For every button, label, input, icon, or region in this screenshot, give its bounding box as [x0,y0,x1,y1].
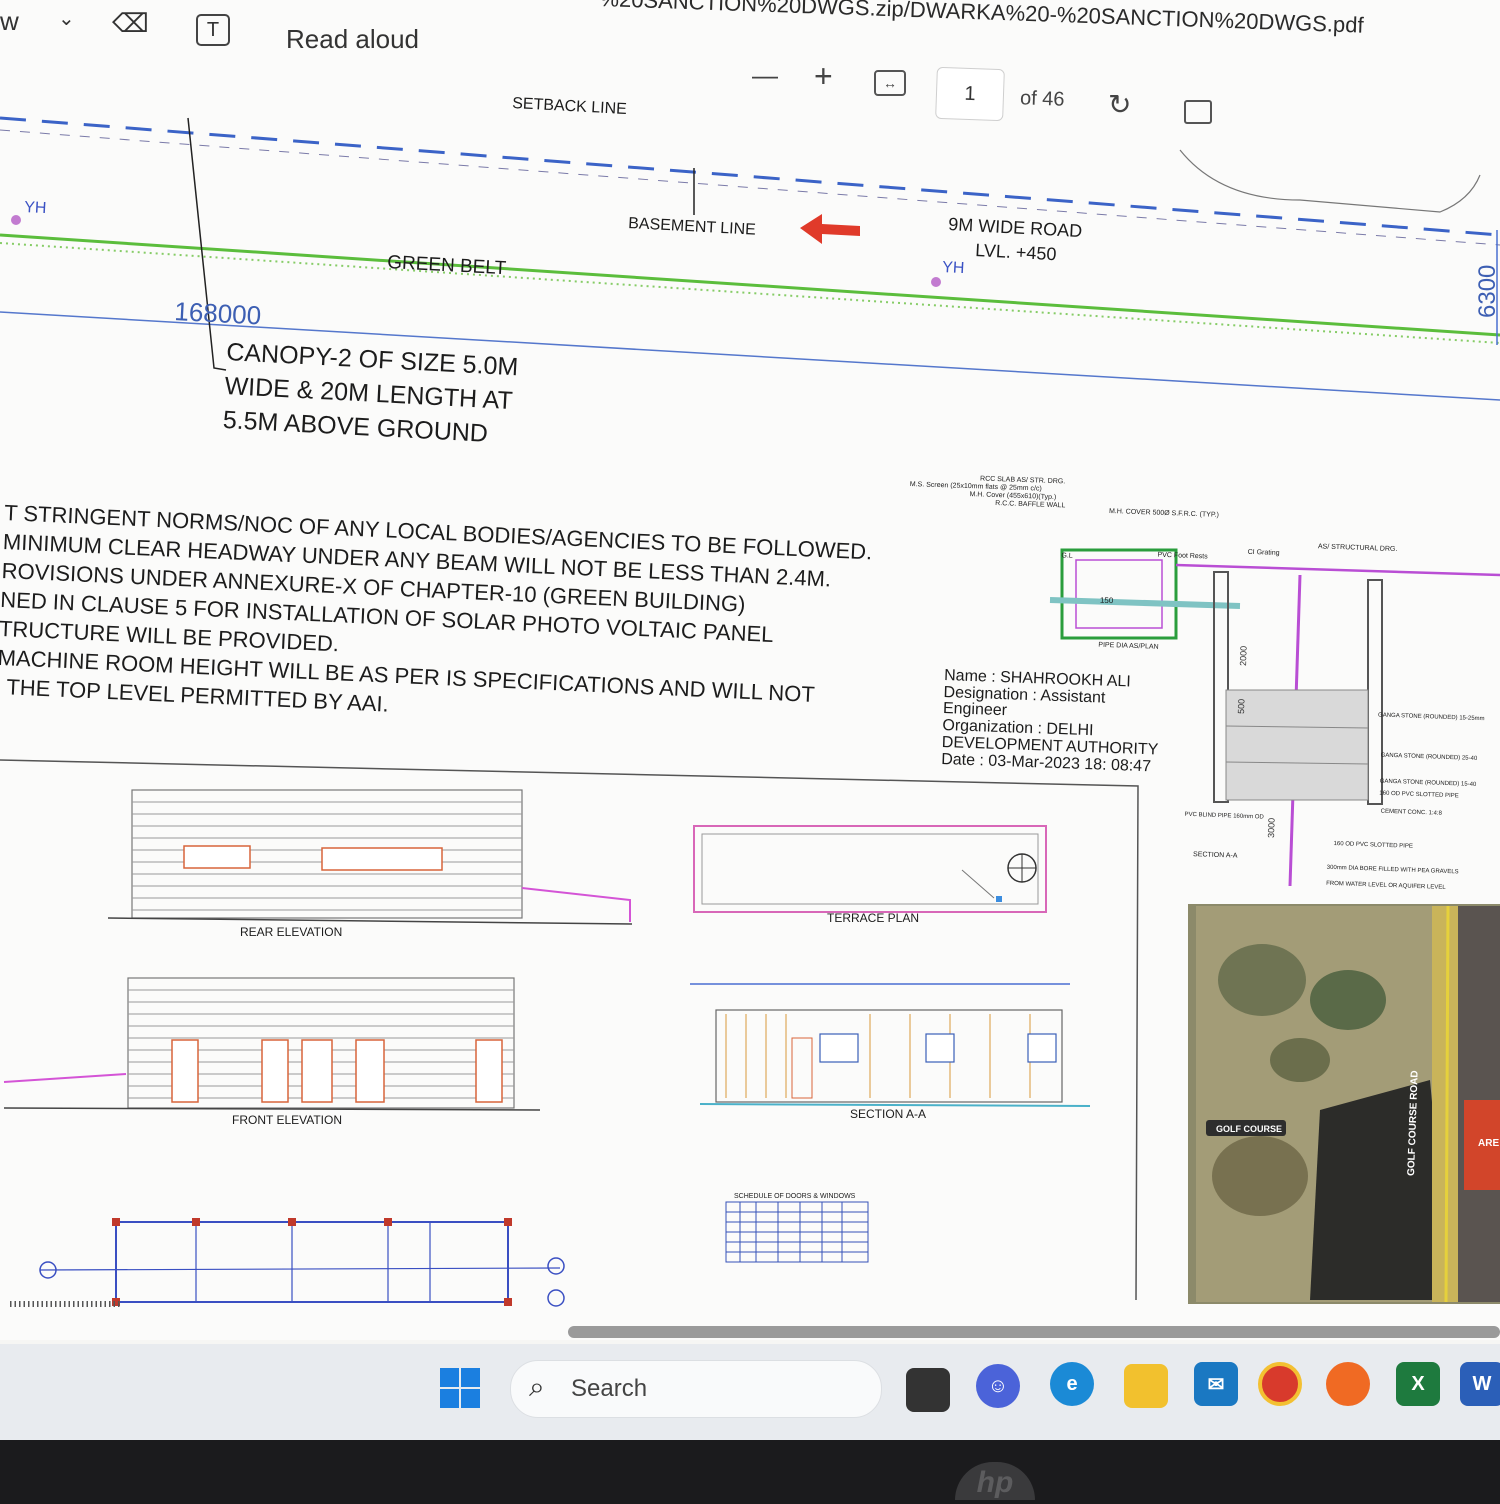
rear-elevation [107,789,633,925]
eraser-icon[interactable]: ⌫ [112,8,149,39]
detail-rcc-baffle: R.C.C. BAFFLE WALL [995,500,1065,509]
yh-symbol-1 [11,215,21,225]
word-icon[interactable]: W [1460,1362,1500,1406]
page-view-icon[interactable] [1184,100,1212,124]
firefox-icon[interactable] [1326,1362,1370,1406]
detail-ganga-stone-2: GANGA STONE (ROUNDED) 25-40 [1381,753,1478,762]
detail-pvc-slotted: 160 OD PVC SLOTTED PIPE [1379,791,1459,800]
taskbar: ⌕ Search ☺ e ✉ X W [0,1344,1500,1440]
road-label: 9M WIDE ROAD [948,214,1083,241]
meet-chat-icon[interactable]: ☺ [976,1364,1020,1408]
taskbar-search-box[interactable]: ⌕ Search [510,1360,882,1418]
detail-mh-cover: M.H. Cover (455x610)(Typ.) [969,491,1056,501]
rear-elevation-label: REAR ELEVATION [240,925,342,939]
map-area-label: ARE [1478,1138,1499,1149]
section-aa-label: SECTION A-A [850,1107,926,1121]
basement-line-label: BASEMENT LINE [628,215,756,239]
detail-pvc-slotted-2: 160 OD PVC SLOTTED PIPE [1333,841,1413,850]
front-elevation-label: FRONT ELEVATION [232,1113,342,1127]
canopy-leader [187,117,227,371]
setback-line-label: SETBACK LINE [512,95,627,118]
detail-cement-conc: CEMENT CONC. 1:4:8 [1381,809,1443,817]
text-box-icon[interactable]: T [196,14,230,46]
section-aa [690,983,1091,1107]
terrace-plan [693,825,1047,913]
page-number-input[interactable]: 1 [935,66,1005,122]
mail-icon[interactable]: ✉ [1194,1362,1238,1406]
schedule-table [725,1201,869,1263]
detail-pvc-blind: PVC BLIND PIPE 160mm OD [1184,812,1264,821]
general-notes: T STRINGENT NORMS/NOC OF ANY LOCAL BODIE… [0,500,873,717]
setback-line [0,116,1500,237]
detail-gl: G.L [1061,552,1073,559]
yh-marker-2: YH [942,259,965,277]
chevron-down-icon[interactable]: ⌄ [58,6,75,31]
schedule-title: SCHEDULE OF DOORS & WINDOWS [734,1193,856,1200]
detail-dim-500: 500 [1236,699,1247,714]
detail-water-level: FROM WATER LEVEL OR AQUIFER LEVEL [1326,881,1446,891]
search-icon: ⌕ [529,1371,545,1402]
detail-pipe-dia: PIPE DIA AS/PLAN [1098,642,1159,651]
zoom-out-button[interactable]: — [752,60,778,91]
pdf-toolbar: w ⌄ ⌫ T Read aloud %20SANCTION%20DWGS.zi… [0,0,1500,124]
detail-section-aa: SECTION A-A [1193,851,1238,860]
detail-mh-cover-sfrc: M.H. COVER 500Ø S.F.R.C. (TYP.) [1109,508,1219,519]
pdf-page: SETBACK LINE BASEMENT LINE 9M WIDE ROAD … [0,0,1500,1340]
toolbar-left-text: w [0,6,19,36]
read-aloud-button[interactable]: Read aloud [286,24,419,55]
address-bar-url[interactable]: %20SANCTION%20DWGS.zip/DWARKA%20-%20SANC… [599,0,1364,39]
detail-dim-2000: 2000 [1238,646,1249,666]
yh-marker-1: YH [24,199,47,217]
page-total-label: of 46 [1019,87,1065,111]
task-view-icon[interactable] [906,1368,950,1412]
taskbar-search-label: Search [571,1375,648,1402]
detail-pvc-foot-rests: PVC Foot Rests [1157,552,1208,561]
rotate-icon[interactable]: ↻ [1108,88,1131,121]
road-level-label: LVL. +450 [975,240,1057,264]
drawing-canvas: SETBACK LINE BASEMENT LINE 9M WIDE ROAD … [0,95,1500,1307]
detail-dim-150: 150 [1100,596,1114,605]
windows-start-icon[interactable] [440,1368,480,1408]
front-elevation [3,977,541,1111]
hp-logo: hp [955,1462,1035,1500]
detail-ganga-stone-3: GANGA STONE (ROUNDED) 15-40 [1380,779,1477,788]
detail-dim-3000: 3000 [1266,818,1277,838]
excel-icon[interactable]: X [1396,1362,1440,1406]
green-belt-label: GREEN BELT [387,252,507,279]
terrace-plan-label: TERRACE PLAN [827,911,919,925]
zoom-in-button[interactable]: + [814,58,833,95]
canopy-note: CANOPY-2 OF SIZE 5.0M WIDE & 20M LENGTH … [222,338,519,448]
map-golf-course-label: GOLF COURSE [1216,1124,1282,1134]
yh-symbol-2 [931,277,941,287]
road-curve [1179,149,1481,213]
screen: SETBACK LINE BASEMENT LINE 9M WIDE ROAD … [0,0,1500,1440]
canopy-line-3: 5.5M ABOVE GROUND [222,406,488,448]
chrome-icon[interactable] [1258,1362,1302,1406]
floor-plan [10,1218,565,1307]
detail-ci-grating: CI Grating [1248,549,1280,557]
dimension-168000: 168000 [174,296,262,330]
fit-width-icon[interactable]: ↔ [874,70,906,96]
detail-ganga-stone-1: GANGA STONE (ROUNDED) 15-25mm [1378,712,1485,722]
detail-bore: 300mm DIA BORE FILLED WITH PEA GRAVELS [1327,865,1459,876]
dimension-6300: 6300 [1474,265,1500,318]
red-arrow-icon [800,214,860,244]
satellite-map: GOLF COURSE GOLF COURSE ROAD ARE [1188,904,1500,1304]
detail-as-structural: AS/ STRUCTURAL DRG. [1318,543,1398,553]
digital-signature: Name : SHAHROOKH ALI Designation : Assis… [941,667,1159,775]
horizontal-scrollbar[interactable] [568,1326,1500,1338]
sheet-border [0,759,1139,1301]
file-explorer-icon[interactable] [1124,1364,1168,1408]
edge-browser-icon[interactable]: e [1050,1362,1094,1406]
